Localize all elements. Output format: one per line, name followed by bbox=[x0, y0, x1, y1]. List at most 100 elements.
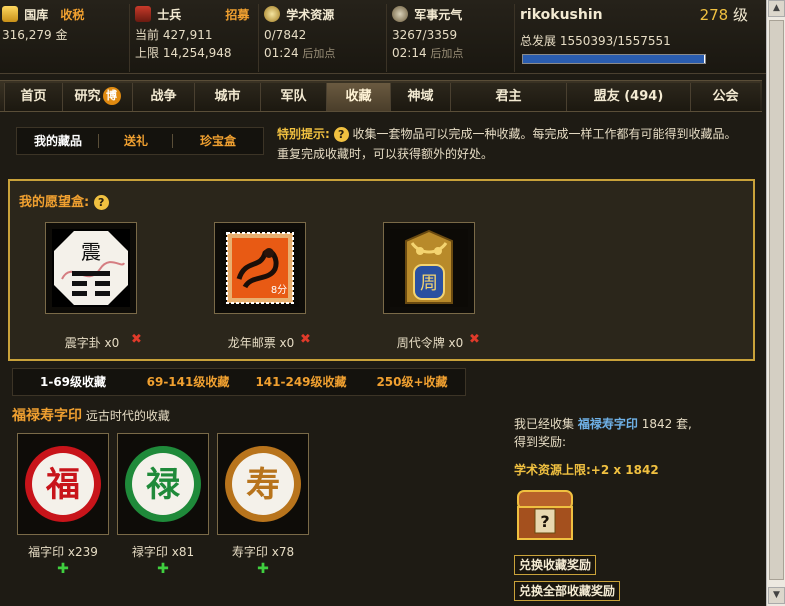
wish-box-title: 我的愿望盒: ? bbox=[19, 191, 109, 210]
nav-home[interactable]: 首页 bbox=[4, 83, 62, 111]
soldiers-current: 427,911 bbox=[162, 28, 213, 42]
collect-set-name[interactable]: 福禄寿字印 bbox=[578, 417, 638, 431]
lu-seal-icon[interactable]: 禄 bbox=[117, 433, 209, 535]
tab-my-collection[interactable]: 我的藏品 bbox=[17, 128, 99, 154]
tab-level-250-plus[interactable]: 250级+收藏 bbox=[359, 369, 465, 395]
nav-guild[interactable]: 公会 bbox=[690, 83, 760, 111]
wish-item: 周 周代令牌 x0 ✖ bbox=[383, 222, 523, 350]
soldiers-title: 士兵 bbox=[157, 8, 182, 22]
seal-item-lu: 禄 禄字印 x81 ✚ bbox=[117, 433, 211, 577]
seal-label: 福字印 x239 bbox=[28, 545, 98, 559]
nav-collection[interactable]: 收藏 bbox=[326, 83, 390, 111]
tab-level-69-141[interactable]: 69-141级收藏 bbox=[133, 369, 243, 395]
collect-count: 1842 套, bbox=[641, 417, 692, 431]
fu-glyph: 福 bbox=[45, 465, 80, 505]
academic-timer-note: 后加点 bbox=[302, 47, 336, 60]
reward-text: 学术资源上限:+2 x 1842 bbox=[514, 463, 659, 477]
fu-seal-icon[interactable]: 福 bbox=[17, 433, 109, 535]
military-timer-note: 后加点 bbox=[430, 47, 464, 60]
resource-bar: 国库 收税 316,279 金 士兵 招募 当前 427,911 上限 14,2… bbox=[0, 0, 766, 74]
special-tip: 特别提示: ? 收集一套物品可以完成一种收藏。每完成一样工作都有可能得到收藏品。… bbox=[277, 124, 747, 164]
dragon-stamp-icon[interactable]: 8分 bbox=[214, 222, 306, 314]
wish-item: 震 震字卦 x0 ✖ bbox=[45, 222, 185, 350]
soldiers-current-label: 当前 bbox=[135, 28, 160, 42]
military-value: 3267/3359 bbox=[392, 28, 458, 42]
zhou-token-icon[interactable]: 周 bbox=[383, 222, 475, 314]
player-name[interactable]: rikokushin bbox=[520, 7, 603, 23]
trigram-glyph: 震 bbox=[81, 240, 101, 264]
redeem-button[interactable]: 兑换收藏奖励 bbox=[514, 555, 597, 575]
dev-progress-fill bbox=[523, 55, 705, 63]
nav-divine[interactable]: 神域 bbox=[390, 83, 450, 111]
main-nav: 首页 研究博 战争 城市 军队 收藏 神域 君主 盟友 (494) 公会 bbox=[0, 80, 762, 112]
lu-glyph: 禄 bbox=[146, 465, 181, 505]
recruit-link[interactable]: 招募 bbox=[225, 8, 249, 22]
nav-war[interactable]: 战争 bbox=[132, 83, 194, 111]
dev-progress-bar bbox=[522, 54, 706, 64]
treasury-unit: 金 bbox=[55, 28, 68, 42]
academic-title: 学术资源 bbox=[286, 8, 335, 22]
academic-panel: 学术资源 0/7842 01:24 后加点 bbox=[262, 4, 387, 72]
scroll-thumb[interactable] bbox=[769, 20, 784, 580]
remove-icon[interactable]: ✖ bbox=[469, 332, 480, 347]
military-panel: 军事元气 3267/3359 02:14 后加点 bbox=[390, 4, 515, 72]
add-icon[interactable]: ✚ bbox=[155, 561, 171, 577]
soldiers-panel: 士兵 招募 当前 427,911 上限 14,254,948 bbox=[133, 4, 259, 72]
treasure-chest-icon[interactable]: ? bbox=[515, 485, 575, 543]
military-icon bbox=[392, 6, 408, 22]
tab-gift[interactable]: 送礼 bbox=[99, 128, 173, 154]
trigram-zhen-icon[interactable]: 震 bbox=[45, 222, 137, 314]
scroll-up-icon[interactable]: ▲ bbox=[768, 0, 785, 17]
help-icon[interactable]: ? bbox=[333, 127, 349, 142]
shou-glyph: 寿 bbox=[246, 465, 280, 505]
shou-seal-icon[interactable]: 寿 bbox=[217, 433, 309, 535]
treasury-panel: 国库 收税 316,279 金 bbox=[0, 4, 130, 72]
level-tabs: 1-69级收藏 69-141级收藏 141-249级收藏 250级+收藏 bbox=[12, 368, 466, 396]
soldiers-cap-label: 上限 bbox=[135, 46, 160, 60]
academic-timer: 01:24 bbox=[264, 46, 299, 60]
tab-level-1-69[interactable]: 1-69级收藏 bbox=[13, 369, 133, 395]
wish-item: 8分 龙年邮票 x0 ✖ bbox=[214, 222, 354, 350]
tab-gift-label: 送礼 bbox=[123, 134, 148, 148]
gold-icon bbox=[2, 6, 18, 22]
nav-city[interactable]: 城市 bbox=[194, 83, 260, 111]
collect-line2: 得到奖励: bbox=[514, 435, 567, 449]
remove-icon[interactable]: ✖ bbox=[131, 332, 142, 347]
token-glyph: 周 bbox=[420, 273, 438, 294]
soldier-icon bbox=[135, 6, 151, 22]
remove-icon[interactable]: ✖ bbox=[300, 332, 311, 347]
seal-item-fu: 福 福字印 x239 ✚ bbox=[17, 433, 111, 577]
nav-allies[interactable]: 盟友 (494) bbox=[566, 83, 690, 111]
set-name: 福禄寿字印 bbox=[12, 408, 82, 424]
page-scrollbar[interactable]: ▲ ▼ bbox=[766, 0, 785, 606]
collect-prefix: 我已经收集 bbox=[514, 417, 575, 431]
collect-tax-link[interactable]: 收税 bbox=[60, 8, 84, 22]
seal-label: 寿字印 x78 bbox=[231, 545, 295, 559]
stamp-glyph: 8分 bbox=[271, 284, 287, 296]
nav-army[interactable]: 军队 bbox=[260, 83, 326, 111]
wish-box-title-text: 我的愿望盒: bbox=[19, 195, 90, 210]
add-icon[interactable]: ✚ bbox=[255, 561, 271, 577]
player-panel: rikokushin 278 级 总发展 1550393/1557551 bbox=[518, 4, 762, 72]
chest-glyph: ? bbox=[540, 512, 549, 531]
nav-monarch[interactable]: 君主 bbox=[450, 83, 566, 111]
military-title: 军事元气 bbox=[414, 8, 463, 22]
research-badge-icon: 博 bbox=[102, 87, 121, 105]
nav-research[interactable]: 研究博 bbox=[62, 83, 132, 111]
academic-value: 0/7842 bbox=[264, 28, 307, 42]
wish-help-icon[interactable]: ? bbox=[93, 195, 109, 210]
tab-my-collection-label: 我的藏品 bbox=[33, 134, 82, 148]
dev-label: 总发展 bbox=[520, 34, 557, 48]
redeem-all-button[interactable]: 兑换全部收藏奖励 bbox=[514, 581, 621, 601]
add-icon[interactable]: ✚ bbox=[55, 561, 71, 577]
tab-treasure-box[interactable]: 珍宝盒 bbox=[173, 128, 263, 154]
tab-level-141-249[interactable]: 141-249级收藏 bbox=[243, 369, 359, 395]
scroll-down-icon[interactable]: ▼ bbox=[768, 587, 785, 604]
seal-label: 禄字印 x81 bbox=[131, 545, 195, 559]
wish-box: 我的愿望盒: ? 震 震字卦 x0 ✖ 8分 龙年邮票 x0 ✖ 周 周代令牌 … bbox=[8, 179, 755, 361]
seal-item-shou: 寿 寿字印 x78 ✚ bbox=[217, 433, 311, 577]
player-level-unit: 级 bbox=[732, 6, 748, 24]
tip-label: 特别提示: bbox=[277, 127, 330, 141]
collection-info: 我已经收集 福禄寿字印 1842 套, 得到奖励: bbox=[514, 415, 754, 451]
treasury-title: 国库 bbox=[24, 8, 49, 22]
